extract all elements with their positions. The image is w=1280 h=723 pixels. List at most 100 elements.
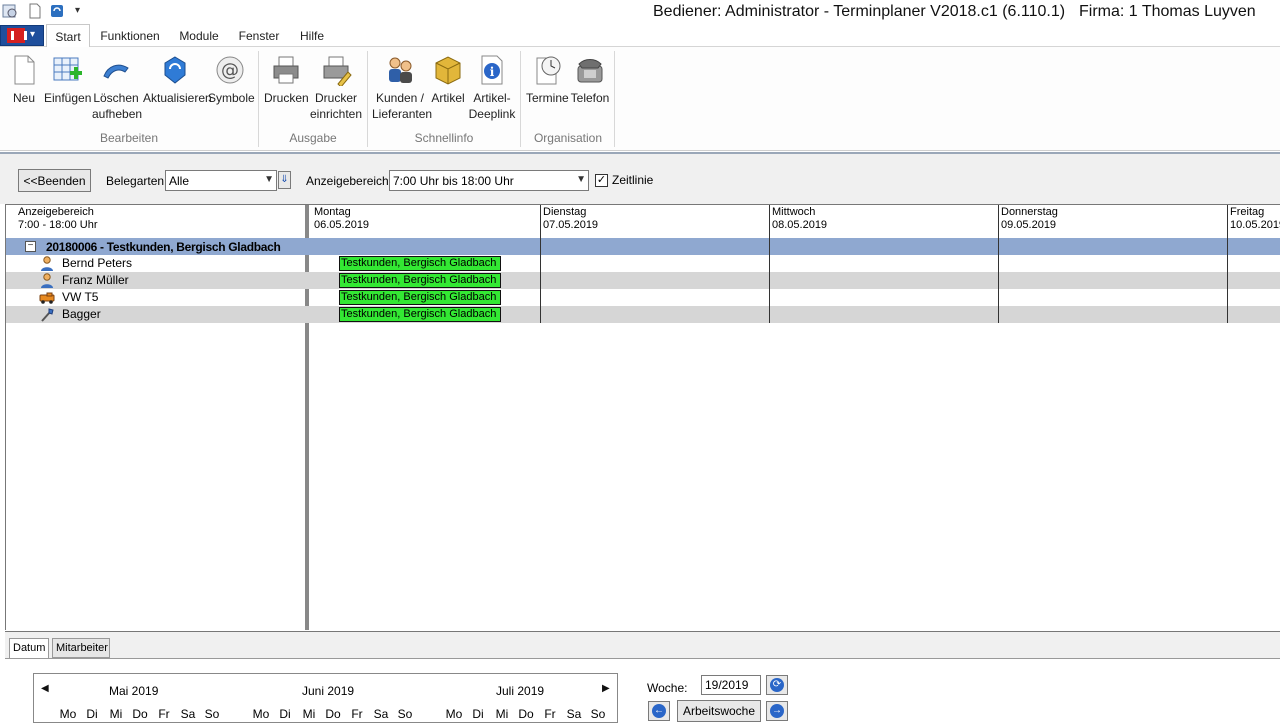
day-column-divider (769, 205, 770, 323)
app-settings-icon[interactable] (2, 3, 18, 19)
range-header-title: Anzeigebereich (18, 206, 94, 218)
weekday-label: Sa (373, 707, 389, 721)
info-document-icon: i (481, 55, 503, 85)
resource-row[interactable]: VW T5 Testkunden, Bergisch Gladbach (6, 289, 1280, 306)
weekday-label: Fr (158, 707, 170, 721)
work-week-button[interactable]: Arbeitswoche (677, 700, 761, 722)
display-range-select[interactable]: 7:00 Uhr bis 18:00 Uhr ▼ (389, 170, 589, 191)
customers-suppliers-button[interactable]: Kunden / Lieferanten (372, 54, 433, 122)
tab-funktionen[interactable]: Funktionen (98, 24, 162, 47)
new-button[interactable]: Neu (6, 54, 42, 106)
day-header-thursday: Donnerstag 09.05.2019 (999, 205, 1225, 237)
download-arrow-icon[interactable]: ⇓ (278, 171, 291, 189)
telephone-button-label: Telefon (570, 91, 610, 105)
symbols-button-label: Symbole (208, 91, 255, 105)
box-icon (435, 56, 461, 85)
symbols-button[interactable]: @ Symbole (208, 54, 255, 106)
week-input[interactable]: 19/2019 (701, 675, 761, 695)
range-header: Anzeigebereich 7:00 - 18:00 Uhr (16, 205, 306, 237)
resource-name: VW T5 (62, 290, 99, 304)
new-document-icon (14, 55, 35, 85)
collapse-icon[interactable]: − (25, 241, 36, 252)
resource-row[interactable]: Bagger Testkunden, Bergisch Gladbach (6, 306, 1280, 323)
undo-delete-label-2: aufheben (92, 107, 143, 121)
document-types-select[interactable]: Alle ▼ (165, 170, 277, 191)
chevron-down-icon: ▾ (30, 29, 36, 40)
appointment-block[interactable]: Testkunden, Bergisch Gladbach (339, 290, 501, 305)
ribbon-tab-bar: ▾ Start Funktionen Module Fenster Hilfe (0, 24, 1280, 48)
new-document-icon[interactable] (27, 3, 43, 19)
day-header-wednesday: Mittwoch 08.05.2019 (770, 205, 996, 237)
previous-month-icon[interactable]: ◀ (41, 683, 49, 694)
customers-suppliers-label-1: Kunden / (375, 91, 425, 105)
weekday-label: Mi (495, 707, 509, 721)
appointment-block[interactable]: Testkunden, Bergisch Gladbach (339, 307, 501, 322)
weekday-label: Mo (59, 707, 77, 721)
application-menu-button[interactable]: ▾ (0, 25, 44, 46)
weekday-label: So (204, 707, 220, 721)
article-deeplink-label-1: Artikel- (473, 91, 511, 105)
tab-hilfe[interactable]: Hilfe (296, 24, 328, 47)
week-refresh-button[interactable]: ⟳ (766, 675, 788, 695)
printer-setup-icon (323, 56, 352, 86)
article-button-label: Artikel (431, 91, 465, 105)
group-label-ausgabe: Ausgabe (289, 131, 337, 145)
tab-module[interactable]: Module (176, 24, 222, 47)
insert-button[interactable]: Einfügen (44, 54, 91, 106)
people-info-icon (389, 57, 412, 83)
vehicle-icon (39, 292, 55, 304)
weekday-label: Do (325, 707, 341, 721)
ribbon-panel: Neu Einfügen Löschen aufheben Aktualisie… (0, 47, 1280, 151)
customers-suppliers-label-2: Lieferanten (372, 107, 433, 121)
resource-name: Bagger (62, 307, 101, 321)
weekday-label: Di (472, 707, 484, 721)
telephone-button[interactable]: Telefon (570, 54, 610, 106)
day-column-divider (540, 205, 541, 323)
printer-setup-label-1: Drucker (314, 91, 357, 105)
next-week-button[interactable]: → (766, 701, 788, 721)
quick-access-dropdown-icon[interactable]: ▾ (75, 5, 80, 16)
document-types-value: Alle (169, 174, 190, 188)
next-month-icon[interactable]: ▶ (602, 683, 610, 694)
print-button[interactable]: Drucken (264, 54, 309, 106)
weekday-label: Do (518, 707, 534, 721)
tab-mitarbeiter[interactable]: Mitarbeiter (52, 638, 110, 658)
month-calendar[interactable]: ◀ Mai 2019 Juni 2019 Juli 2019 ▶ Mo Di M… (33, 673, 618, 723)
week-label: Woche: (647, 681, 688, 695)
weekday-label: Sa (180, 707, 196, 721)
article-button[interactable]: Artikel (430, 54, 466, 106)
refresh-button[interactable]: Aktualisieren (143, 54, 212, 106)
article-deeplink-button[interactable]: i Artikel- Deeplink (468, 54, 516, 122)
refresh-icon (164, 56, 186, 84)
resource-name: Franz Müller (62, 273, 129, 287)
display-range-label: Anzeigebereich (306, 174, 389, 188)
timeline-checkbox[interactable]: ✓ (595, 174, 608, 187)
group-label-schnellinfo: Schnellinfo (414, 131, 474, 145)
day-name: Mittwoch (772, 206, 816, 218)
customer-group-row[interactable]: − 20180006 - Testkunden, Bergisch Gladba… (6, 238, 1280, 255)
svg-text:i: i (490, 65, 495, 79)
printer-icon (273, 56, 299, 84)
weekday-label: Di (279, 707, 291, 721)
tab-fenster[interactable]: Fenster (236, 24, 282, 47)
previous-week-button[interactable]: ← (648, 701, 670, 721)
arrow-left-icon: ← (652, 704, 666, 718)
day-date: 09.05.2019 (1001, 219, 1057, 231)
printer-setup-button[interactable]: Drucker einrichten (310, 54, 362, 122)
appointments-button[interactable]: Termine (526, 54, 569, 106)
appointment-block[interactable]: Testkunden, Bergisch Gladbach (339, 273, 501, 288)
group-label-organisation: Organisation (533, 131, 603, 145)
group-separator (614, 51, 615, 147)
tab-start[interactable]: Start (46, 24, 90, 48)
tab-datum[interactable]: Datum (9, 638, 49, 659)
resource-row[interactable]: Franz Müller Testkunden, Bergisch Gladba… (6, 272, 1280, 289)
appointment-block[interactable]: Testkunden, Bergisch Gladbach (339, 256, 501, 271)
weekday-label: Di (86, 707, 98, 721)
checkmark-icon: ✓ (596, 174, 607, 186)
resource-row[interactable]: Bernd Peters Testkunden, Bergisch Gladba… (6, 255, 1280, 272)
refresh-quick-icon[interactable] (49, 3, 65, 19)
end-button[interactable]: <<Beenden (18, 169, 91, 192)
timeline-label: Zeitlinie (612, 173, 654, 187)
person-icon (41, 256, 53, 271)
undo-delete-button[interactable]: Löschen aufheben (92, 54, 143, 122)
